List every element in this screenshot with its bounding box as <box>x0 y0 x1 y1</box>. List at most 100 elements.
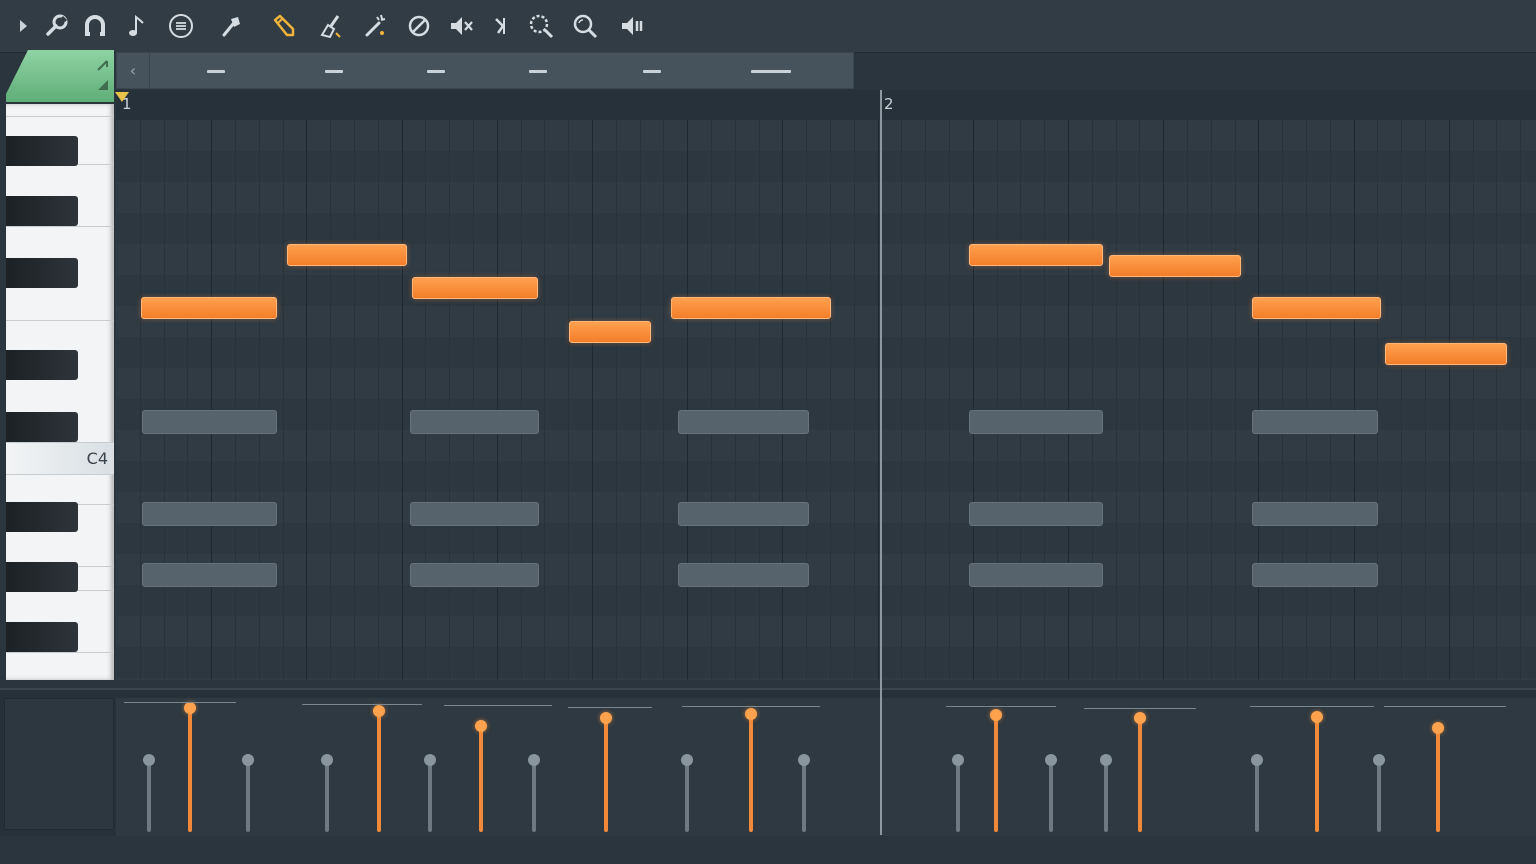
velocity-dot <box>745 708 757 720</box>
note[interactable] <box>969 244 1103 266</box>
grid-row <box>116 368 1536 399</box>
velocity-dot <box>1100 754 1112 766</box>
note[interactable] <box>1385 343 1507 365</box>
piano-key-divider <box>6 652 114 653</box>
bar-divider <box>880 90 882 835</box>
velocity-level-line <box>124 702 236 703</box>
ghost-note <box>410 502 539 526</box>
velocity-handle[interactable] <box>373 705 385 832</box>
beat-line <box>687 120 688 680</box>
event-target-selector[interactable] <box>4 698 114 830</box>
step-line <box>759 120 760 680</box>
step-line <box>1020 120 1021 680</box>
beat-line <box>878 120 879 680</box>
piano-black-key[interactable] <box>6 562 78 592</box>
horizontal-scrollbar[interactable]: ‹ <box>116 52 854 89</box>
note[interactable] <box>671 297 831 319</box>
velocity-handle-ghost <box>952 754 964 832</box>
note[interactable] <box>287 244 407 266</box>
velocity-handle[interactable] <box>1134 712 1146 832</box>
piano-black-key[interactable] <box>6 502 78 532</box>
note-grid[interactable] <box>116 120 1536 680</box>
step-line <box>425 120 426 680</box>
play-arrow-icon[interactable] <box>4 6 42 46</box>
velocity-handle[interactable] <box>184 702 196 832</box>
speaker-icon[interactable] <box>614 6 652 46</box>
mute-icon[interactable] <box>442 6 480 46</box>
beat-line <box>1068 120 1069 680</box>
piano-black-key[interactable] <box>6 258 78 288</box>
magic-wand-icon[interactable] <box>356 6 394 46</box>
velocity-dot <box>242 754 254 766</box>
piano-black-key[interactable] <box>6 412 78 442</box>
velocity-dot <box>600 712 612 724</box>
step-line <box>187 120 188 680</box>
velocity-lane[interactable] <box>116 698 1536 838</box>
slice-icon[interactable] <box>482 6 520 46</box>
beat-line <box>592 120 593 680</box>
ghost-note <box>1252 502 1378 526</box>
note[interactable] <box>1109 255 1241 277</box>
step-line <box>354 120 355 680</box>
zoom-select-icon[interactable] <box>522 6 560 46</box>
piano-key-divider <box>6 474 114 475</box>
magnet-icon[interactable] <box>76 6 114 46</box>
beat-line <box>1163 120 1164 680</box>
piano-key-divider <box>6 116 114 117</box>
step-line <box>1139 120 1140 680</box>
step-line <box>544 120 545 680</box>
ghost-note <box>142 563 277 587</box>
channel-corner-button[interactable] <box>6 50 114 102</box>
ghost-note <box>969 410 1103 434</box>
scroll-left-icon[interactable]: ‹ <box>117 53 150 88</box>
grid-row <box>116 616 1536 647</box>
beat-line <box>306 120 307 680</box>
piano-black-key[interactable] <box>6 622 78 652</box>
velocity-handle[interactable] <box>745 708 757 832</box>
ghost-note <box>678 410 809 434</box>
scroll-marker <box>427 70 445 73</box>
piano-black-key[interactable] <box>6 136 78 166</box>
velocity-handle[interactable] <box>1311 711 1323 832</box>
piano-keyboard[interactable]: C4 <box>6 104 114 680</box>
velocity-handle-ghost <box>798 754 810 832</box>
note[interactable] <box>141 297 277 319</box>
velocity-handle[interactable] <box>475 720 487 832</box>
step-line <box>925 120 926 680</box>
velocity-handle-ghost <box>1100 754 1112 832</box>
delete-icon[interactable] <box>400 6 438 46</box>
grid-row <box>116 430 1536 461</box>
step-line <box>1425 120 1426 680</box>
playhead-marker[interactable] <box>115 92 129 102</box>
piano-black-key[interactable] <box>6 350 78 380</box>
step-line <box>1330 120 1331 680</box>
step-line <box>1306 120 1307 680</box>
zoom-icon[interactable] <box>566 6 604 46</box>
step-line <box>1235 120 1236 680</box>
velocity-dot <box>1311 711 1323 723</box>
stamp-icon[interactable] <box>212 6 250 46</box>
timeline-ruler[interactable]: 1 2 <box>116 90 1536 121</box>
grid-row <box>116 337 1536 368</box>
velocity-handle[interactable] <box>600 712 612 832</box>
ghost-note <box>678 502 809 526</box>
wrench-icon[interactable] <box>38 6 76 46</box>
beat-line <box>1354 120 1355 680</box>
velocity-handle[interactable] <box>1432 722 1444 832</box>
piano-black-key[interactable] <box>6 196 78 226</box>
velocity-handle[interactable] <box>990 709 1002 832</box>
menu-circle-icon[interactable] <box>162 6 200 46</box>
status-bar <box>0 836 1536 864</box>
step-line <box>1473 120 1474 680</box>
paint-brush-icon[interactable] <box>310 6 348 46</box>
note[interactable] <box>1252 297 1381 319</box>
note-icon[interactable] <box>118 6 156 46</box>
note[interactable] <box>412 277 538 299</box>
note[interactable] <box>569 321 651 343</box>
step-line <box>378 120 379 680</box>
pencil-icon[interactable] <box>264 6 302 46</box>
velocity-dot <box>990 709 1002 721</box>
step-line <box>1496 120 1497 680</box>
velocity-dot <box>373 705 385 717</box>
event-editor <box>0 688 1536 838</box>
